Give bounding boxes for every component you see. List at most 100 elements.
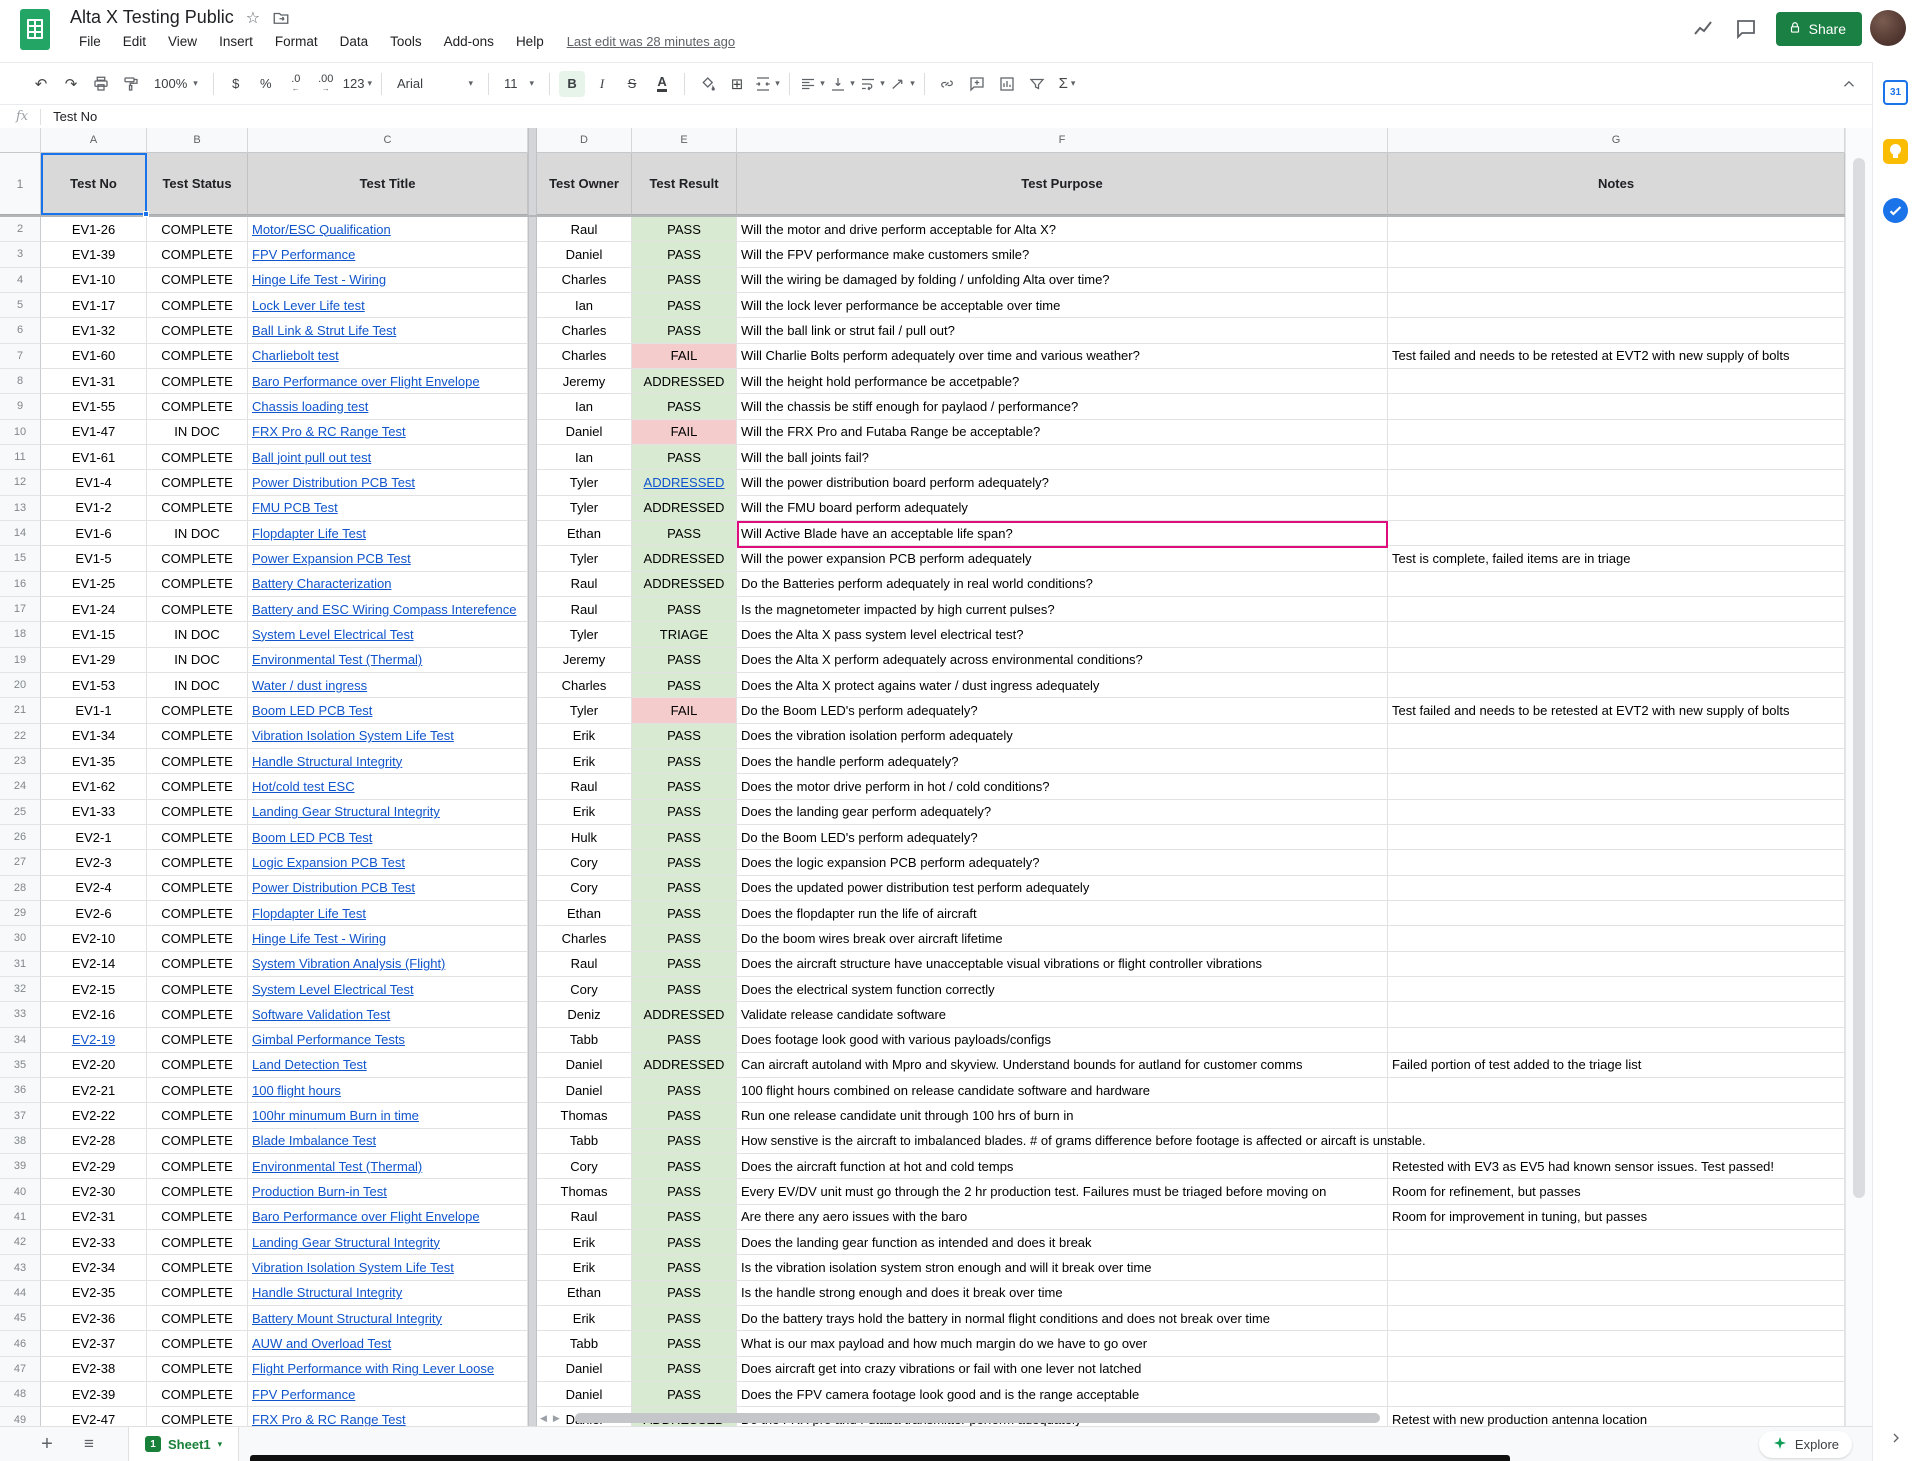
menu-data[interactable]: Data <box>331 31 378 52</box>
cell-test-no[interactable]: EV2-38 <box>41 1357 147 1382</box>
cell-test-title[interactable]: System Level Electrical Test <box>248 977 528 1002</box>
cell-test-status[interactable]: COMPLETE <box>147 293 248 318</box>
frozen-column-divider[interactable] <box>528 648 537 673</box>
cell-notes[interactable] <box>1388 445 1845 470</box>
cell-test-owner[interactable]: Raul <box>537 597 632 622</box>
cell-test-purpose[interactable]: Does the aircraft structure have unaccep… <box>737 952 1388 977</box>
cell-test-no[interactable]: EV1-10 <box>41 268 147 293</box>
cell-test-purpose[interactable]: Are there any aero issues with the baro <box>737 1205 1388 1230</box>
calendar-icon[interactable]: 31 <box>1883 80 1908 105</box>
frozen-column-divider[interactable] <box>528 394 537 419</box>
cell-test-no[interactable]: EV1-61 <box>41 445 147 470</box>
cell-test-owner[interactable]: Raul <box>537 952 632 977</box>
row-header-21[interactable]: 21 <box>0 698 41 723</box>
keep-icon[interactable] <box>1883 139 1908 164</box>
frozen-column-divider[interactable] <box>528 318 537 343</box>
cell-test-status[interactable]: COMPLETE <box>147 344 248 369</box>
cell-test-status[interactable]: COMPLETE <box>147 926 248 951</box>
cell-test-title[interactable]: FPV Performance <box>248 242 528 267</box>
column-header-E[interactable]: E <box>632 128 737 153</box>
cell-test-title[interactable]: Flopdapter Life Test <box>248 901 528 926</box>
header-cell-test-purpose[interactable]: Test Purpose <box>737 153 1388 215</box>
row-header-36[interactable]: 36 <box>0 1078 41 1103</box>
format-currency-button[interactable]: $ <box>223 71 249 97</box>
cell-test-no[interactable]: EV2-16 <box>41 1002 147 1027</box>
frozen-column-divider[interactable] <box>528 926 537 951</box>
cell-notes[interactable]: Retested with EV3 as EV5 had known senso… <box>1388 1154 1845 1179</box>
cell-test-result[interactable]: PASS <box>632 825 737 850</box>
cell-test-result[interactable]: PASS <box>632 318 737 343</box>
last-edit-link[interactable]: Last edit was 28 minutes ago <box>567 34 735 49</box>
row-header-18[interactable]: 18 <box>0 622 41 647</box>
cell-test-no[interactable]: EV1-29 <box>41 648 147 673</box>
cell-test-no[interactable]: EV2-6 <box>41 901 147 926</box>
row-header-38[interactable]: 38 <box>0 1129 41 1154</box>
cell-test-status[interactable]: COMPLETE <box>147 901 248 926</box>
cell-test-result[interactable]: PASS <box>632 268 737 293</box>
increase-decimal-button[interactable]: .00→ <box>313 71 339 97</box>
cell-test-owner[interactable]: Cory <box>537 876 632 901</box>
cell-test-status[interactable]: COMPLETE <box>147 1230 248 1255</box>
formula-input[interactable]: Test No <box>53 109 97 124</box>
cell-test-purpose[interactable]: 100 flight hours combined on release can… <box>737 1078 1388 1103</box>
cell-test-result[interactable]: PASS <box>632 1154 737 1179</box>
cell-test-owner[interactable]: Erik <box>537 749 632 774</box>
cell-test-result[interactable]: PASS <box>632 673 737 698</box>
cell-test-result[interactable]: PASS <box>632 926 737 951</box>
cell-test-status[interactable]: COMPLETE <box>147 1154 248 1179</box>
cell-test-owner[interactable]: Cory <box>537 850 632 875</box>
cell-test-owner[interactable]: Thomas <box>537 1179 632 1204</box>
cell-test-result[interactable]: ADDRESSED <box>632 369 737 394</box>
cell-notes[interactable]: Room for refinement, but passes <box>1388 1179 1845 1204</box>
cell-test-owner[interactable]: Erik <box>537 1306 632 1331</box>
frozen-column-divider[interactable] <box>528 1407 537 1426</box>
cell-test-result[interactable]: PASS <box>632 394 737 419</box>
row-header-9[interactable]: 9 <box>0 394 41 419</box>
cell-test-owner[interactable]: Tyler <box>537 496 632 521</box>
filter-button[interactable] <box>1024 71 1050 97</box>
cell-test-result[interactable]: PASS <box>632 724 737 749</box>
row-header-7[interactable]: 7 <box>0 344 41 369</box>
cell-test-owner[interactable]: Tyler <box>537 546 632 571</box>
frozen-column-divider[interactable] <box>528 344 537 369</box>
cell-test-status[interactable]: COMPLETE <box>147 825 248 850</box>
cell-notes[interactable] <box>1388 1028 1845 1053</box>
column-header-D[interactable]: D <box>537 128 632 153</box>
cell-test-owner[interactable]: Erik <box>537 724 632 749</box>
cell-test-status[interactable]: COMPLETE <box>147 394 248 419</box>
cell-test-title[interactable]: Logic Expansion PCB Test <box>248 850 528 875</box>
cell-test-no[interactable]: EV2-4 <box>41 876 147 901</box>
cell-notes[interactable] <box>1388 1002 1845 1027</box>
side-panel-toggle-icon[interactable] <box>1888 1430 1904 1451</box>
cell-test-purpose[interactable]: Will the FPV performance make customers … <box>737 242 1388 267</box>
text-rotation-button[interactable]: ▾ <box>889 71 915 97</box>
cell-test-no[interactable]: EV2-19 <box>41 1028 147 1053</box>
frozen-column-divider[interactable] <box>528 952 537 977</box>
header-cell-test-status[interactable]: Test Status <box>147 153 248 215</box>
cell-test-purpose[interactable]: Can aircraft autoland with Mpro and skyv… <box>737 1053 1388 1078</box>
column-header-corner[interactable] <box>0 128 41 153</box>
cell-test-owner[interactable]: Tyler <box>537 698 632 723</box>
cell-test-status[interactable]: COMPLETE <box>147 749 248 774</box>
cell-notes[interactable] <box>1388 876 1845 901</box>
cell-test-result[interactable]: PASS <box>632 1281 737 1306</box>
frozen-column-divider[interactable] <box>528 521 537 546</box>
frozen-column-divider[interactable] <box>528 1382 537 1407</box>
row-header-13[interactable]: 13 <box>0 496 41 521</box>
italic-button[interactable]: I <box>589 71 615 97</box>
cell-test-result[interactable]: PASS <box>632 1078 737 1103</box>
cell-test-status[interactable]: COMPLETE <box>147 1205 248 1230</box>
row-header-44[interactable]: 44 <box>0 1281 41 1306</box>
row-header-20[interactable]: 20 <box>0 673 41 698</box>
cell-test-title[interactable]: Environmental Test (Thermal) <box>248 1154 528 1179</box>
cell-test-purpose[interactable]: Does the handle perform adequately? <box>737 749 1388 774</box>
share-button[interactable]: Share <box>1776 12 1862 46</box>
cell-test-purpose[interactable]: Will the power expansion PCB perform ade… <box>737 546 1388 571</box>
cell-test-owner[interactable]: Raul <box>537 572 632 597</box>
cell-test-status[interactable]: IN DOC <box>147 521 248 546</box>
row-header-15[interactable]: 15 <box>0 546 41 571</box>
frozen-column-divider[interactable] <box>528 1028 537 1053</box>
font-select[interactable]: Arial▾ <box>389 76 481 91</box>
header-cell-notes[interactable]: Notes <box>1388 153 1845 215</box>
row-header-27[interactable]: 27 <box>0 850 41 875</box>
